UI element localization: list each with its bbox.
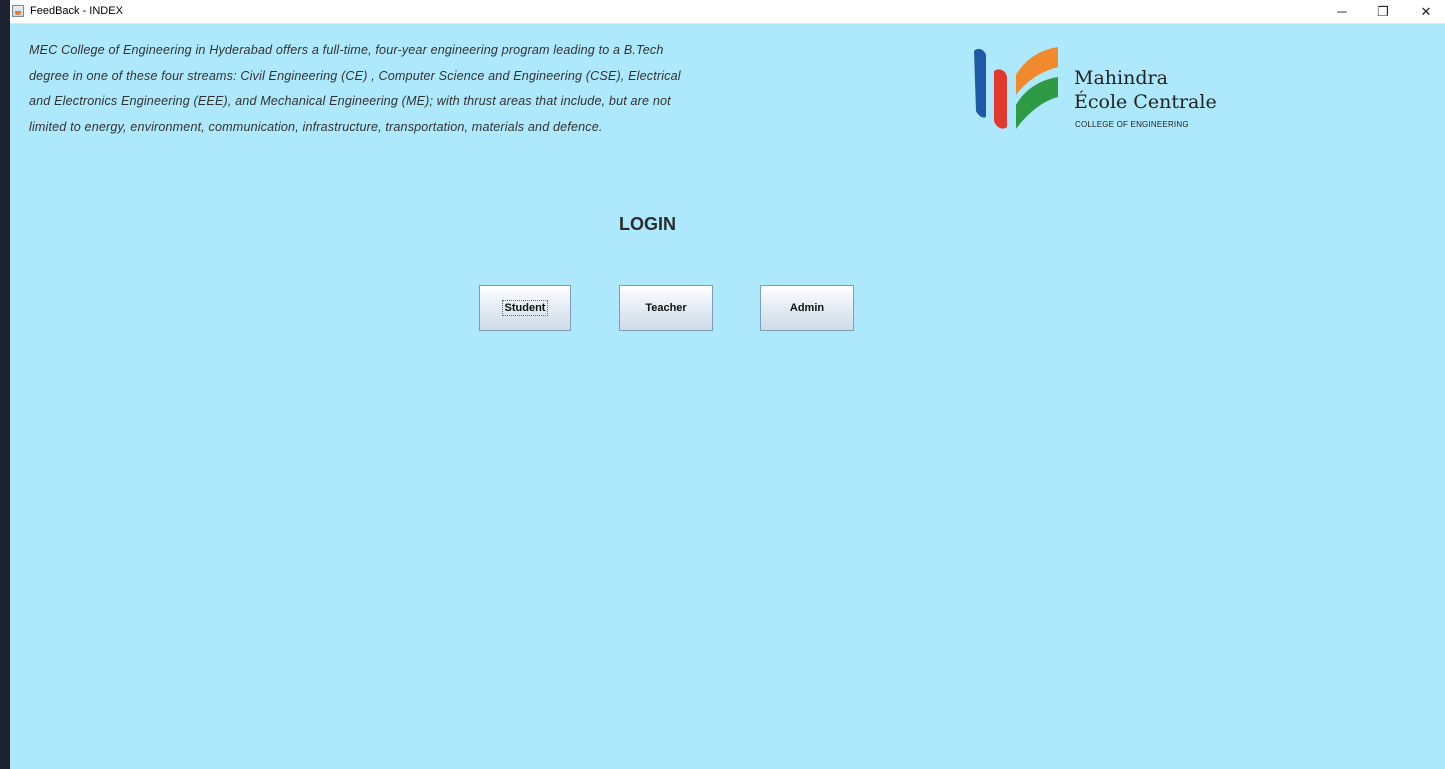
teacher-button[interactable]: Teacher — [619, 285, 713, 331]
student-button-label: Student — [501, 300, 549, 316]
description-line: MEC College of Engineering in Hyderabad … — [29, 43, 664, 57]
title-bar[interactable]: FeedBack - INDEX ─ ❐ ✕ — [10, 0, 1445, 24]
college-logo: Mahindra École Centrale COLLEGE OF ENGIN… — [972, 45, 1217, 133]
description-line: degree in one of these four streams: Civ… — [29, 68, 681, 83]
admin-button[interactable]: Admin — [760, 285, 854, 331]
logo-subtitle: COLLEGE OF ENGINEERING — [1075, 120, 1189, 129]
logo-name-mahindra: Mahindra — [1074, 67, 1168, 89]
close-icon[interactable]: ✕ — [1404, 0, 1445, 23]
logo-mark-icon — [974, 47, 1058, 129]
teacher-button-label: Teacher — [645, 302, 687, 314]
minimize-icon[interactable]: ─ — [1320, 0, 1364, 23]
restore-icon[interactable]: ❐ — [1361, 0, 1405, 23]
description-line: limited to energy, environment, communic… — [29, 119, 603, 134]
feedback-index-window: FeedBack - INDEX ─ ❐ ✕ MEC College of En… — [10, 0, 1445, 769]
admin-button-label: Admin — [789, 302, 825, 314]
student-button[interactable]: Student — [479, 285, 571, 331]
login-heading: LOGIN — [619, 214, 676, 234]
logo-name-ecole-centrale: École Centrale — [1074, 91, 1217, 113]
window-title: FeedBack - INDEX — [30, 5, 123, 17]
description-line: and Electronics Engineering (EEE), and M… — [29, 94, 671, 108]
college-description: MEC College of Engineering in Hyderabad … — [29, 38, 729, 140]
java-app-icon — [12, 5, 24, 17]
